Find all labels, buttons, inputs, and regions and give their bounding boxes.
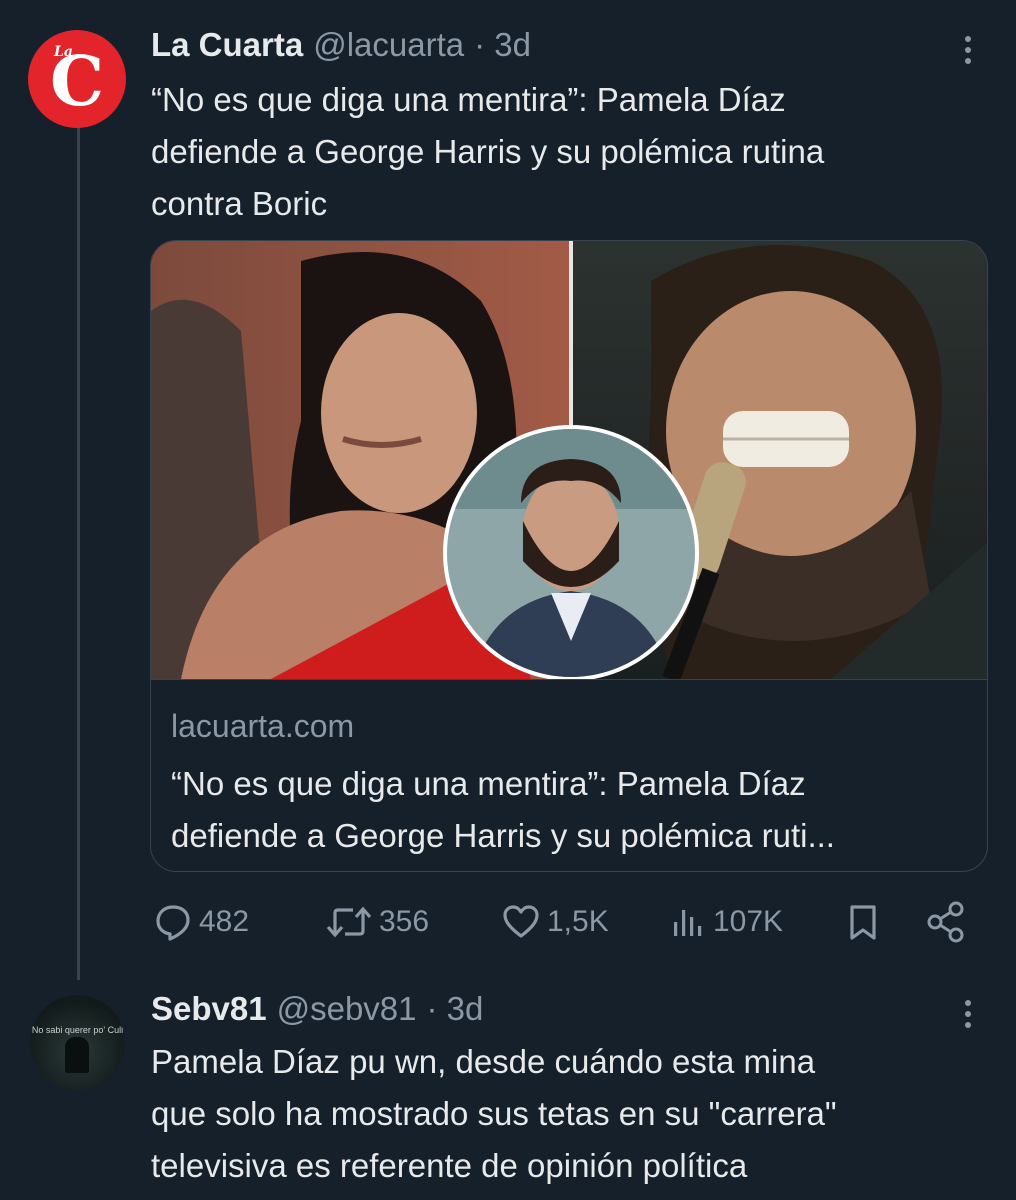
tweet-actions-bar: 482 356 1,5K 107K bbox=[151, 898, 981, 946]
reply-more-icon[interactable] bbox=[948, 994, 988, 1034]
share-icon bbox=[927, 901, 964, 943]
share-button[interactable] bbox=[925, 898, 969, 946]
card-domain: lacuarta.com bbox=[171, 708, 355, 744]
views-icon bbox=[674, 910, 702, 936]
views-count: 107K bbox=[713, 905, 784, 938]
tweet-text: “No es que diga una mentira”: Pamela Día… bbox=[151, 74, 981, 230]
like-icon bbox=[503, 905, 539, 938]
bookmark-button[interactable] bbox=[843, 898, 883, 946]
author-name[interactable]: La Cuarta bbox=[151, 26, 303, 64]
face-shape bbox=[321, 313, 477, 513]
thread-connector-line bbox=[77, 118, 80, 980]
tweet-header: La Cuarta @lacuarta · 3d bbox=[151, 26, 531, 64]
reply-author-handle[interactable]: @sebv81 bbox=[277, 990, 417, 1028]
link-preview-card[interactable]: lacuarta.com “No es que diga una mentira… bbox=[150, 240, 988, 872]
tweet-text-line: “No es que diga una mentira”: Pamela Día… bbox=[151, 81, 786, 118]
tweet-text-line: contra Boric bbox=[151, 185, 328, 222]
like-button[interactable]: 1,5K bbox=[501, 898, 609, 946]
reply-icon bbox=[156, 905, 190, 941]
reply-header: Sebv81 @sebv81 · 3d bbox=[151, 990, 483, 1028]
reply-text: Pamela Díaz pu wn, desde cuándo esta min… bbox=[151, 1036, 981, 1192]
card-footer[interactable]: lacuarta.com “No es que diga una mentira… bbox=[151, 679, 987, 871]
reply-text-line: que solo ha mostrado sus tetas en su "ca… bbox=[151, 1095, 837, 1132]
avatar-logo-letter: C bbox=[49, 42, 105, 122]
card-title-line: “No es que diga una mentira”: Pamela Día… bbox=[171, 765, 806, 802]
tweet-timestamp[interactable]: · 3d bbox=[474, 26, 531, 64]
sebv81-avatar[interactable]: No sabi querer po' Culi bbox=[30, 995, 125, 1090]
reply-text-line: televisiva es referente de opinión polít… bbox=[151, 1147, 748, 1184]
retweet-button[interactable]: 356 bbox=[325, 898, 429, 946]
retweet-icon bbox=[326, 906, 372, 938]
reply-button[interactable]: 482 bbox=[153, 898, 249, 946]
reply-author-name[interactable]: Sebv81 bbox=[151, 990, 267, 1028]
author-handle[interactable]: @lacuarta bbox=[313, 26, 464, 64]
like-count: 1,5K bbox=[547, 905, 609, 938]
card-title: “No es que diga una mentira”: Pamela Día… bbox=[171, 758, 971, 862]
reply-timestamp[interactable]: · 3d bbox=[427, 990, 484, 1028]
bookmark-icon bbox=[850, 905, 876, 940]
tweet-text-line: defiende a George Harris y su polémica r… bbox=[151, 133, 825, 170]
avatar-caption: No sabi querer po' Culi bbox=[31, 1025, 124, 1035]
card-title-line: defiende a George Harris y su polémica r… bbox=[171, 817, 835, 854]
la-cuarta-avatar[interactable]: La C bbox=[28, 30, 126, 128]
reply-text-line: Pamela Díaz pu wn, desde cuándo esta min… bbox=[151, 1043, 816, 1080]
reply-count: 482 bbox=[199, 905, 250, 938]
retweet-count: 356 bbox=[379, 905, 430, 938]
card-image[interactable] bbox=[151, 241, 987, 683]
more-icon[interactable] bbox=[948, 30, 988, 70]
views-button[interactable]: 107K bbox=[669, 898, 783, 946]
